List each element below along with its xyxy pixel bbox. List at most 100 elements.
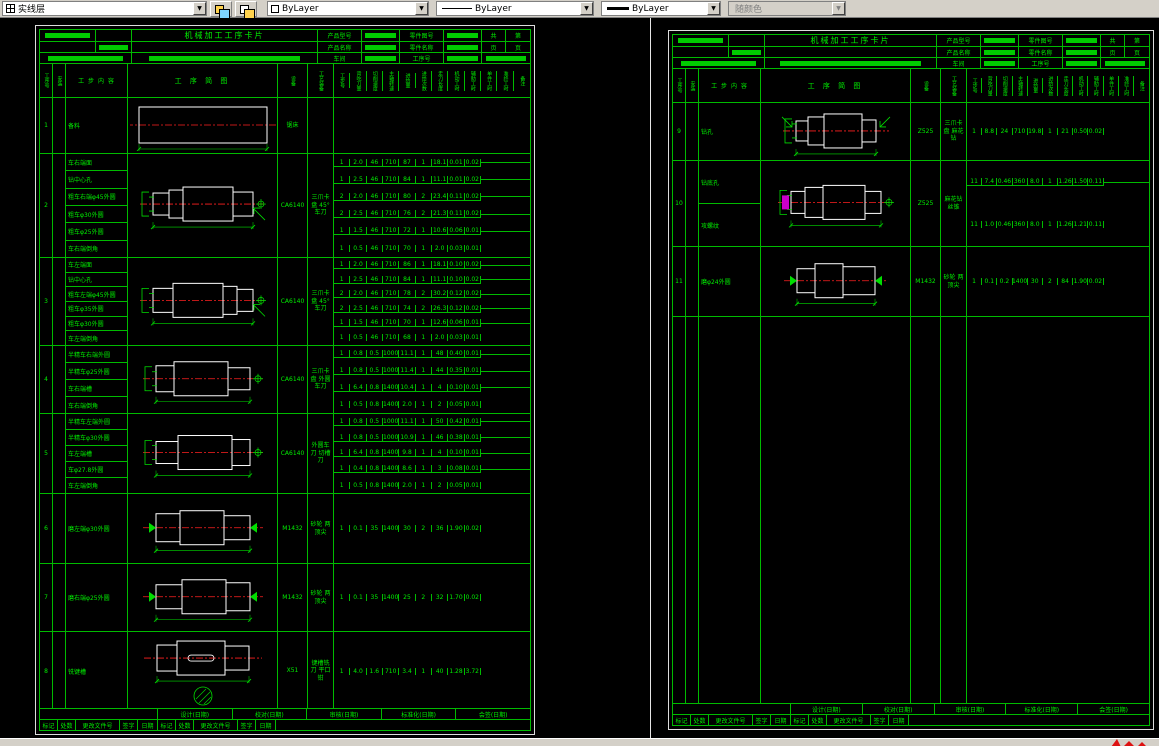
param-cell: 9.8: [399, 449, 416, 458]
cutting-params: [967, 317, 1149, 703]
param-cell: [513, 213, 530, 215]
shaft-drawing: [142, 360, 263, 404]
param-cell: 1000: [383, 367, 400, 376]
make-object-layer-current-button[interactable]: [235, 0, 257, 20]
param-cell: 0.12: [448, 304, 465, 313]
param-col-label: 背吃刀量: [982, 75, 998, 96]
setup-number: [53, 632, 66, 708]
setup-number: [686, 103, 699, 160]
param-cell: 84: [1058, 278, 1074, 285]
param-cell: 0.8: [367, 481, 383, 489]
header-row: 设计(日期) 校对(日期) 审核(日期) 标准化(日期) 会签(日期): [673, 703, 1149, 714]
dense-text-blob: [984, 49, 1015, 55]
param-cell: 0.5: [350, 481, 367, 489]
param-cell: 1: [415, 227, 432, 236]
param-cell: 710: [383, 304, 400, 313]
header-cell: [981, 35, 1019, 46]
param-cell: [481, 468, 498, 470]
header-cell: 标准化(日期): [382, 709, 457, 719]
chevron-down-icon[interactable]: ▼: [707, 2, 720, 15]
chevron-down-icon[interactable]: ▼: [193, 2, 206, 15]
shaft-drawing: [142, 578, 263, 622]
dense-text-blob: [1105, 60, 1145, 66]
param-cell: 710: [383, 290, 400, 299]
param-cell: 70: [399, 319, 416, 328]
lineweight-dropdown[interactable]: ByLayer ▼: [601, 1, 721, 16]
lineweight-sample-icon: [607, 7, 629, 10]
param-cell: [1118, 181, 1134, 183]
param-cell: 1400: [383, 594, 400, 601]
header-cell: [673, 58, 765, 68]
process-row: 9 钻孔 Z525 三爪卡盘 麻花钻 1 8.8 24 710 19.8 1 21 0.50 0.02: [673, 103, 1149, 161]
header-cell: 签字: [120, 720, 138, 730]
process-card-table: 机械加工工序卡片 产品型号 零件图号共第产品名称 零件名称页页车间 工序号 工序号 安装工 …: [672, 34, 1150, 726]
step-label: 粗车φ35外圆: [66, 302, 127, 317]
param-cell: 18.1: [432, 158, 449, 167]
param-cell: 0.02: [464, 175, 481, 184]
param-cell: 0.5: [350, 244, 367, 252]
param-cell: [481, 179, 498, 181]
chevron-down-icon[interactable]: ▼: [580, 2, 593, 15]
param-cell: 1.26: [1058, 221, 1074, 229]
param-cell: [497, 308, 514, 310]
param-col-label: 单件工时: [1104, 75, 1119, 96]
param-cell: 0.1: [350, 594, 367, 601]
process-row: [673, 317, 1149, 703]
param-cell: 1: [415, 465, 432, 474]
header-cell: [40, 709, 158, 719]
layer-dropdown[interactable]: 实线层 ▼: [2, 1, 207, 16]
param-cell: [497, 468, 514, 470]
header-cell: [1063, 58, 1101, 68]
param-cell: 46: [366, 319, 383, 328]
param-cell: 0.8: [366, 383, 383, 392]
shaft-drawing: [781, 112, 890, 156]
header-cell: 会签(日期): [478, 711, 508, 719]
param-cell: [497, 179, 514, 181]
layers-dialog-button[interactable]: [210, 0, 232, 20]
step-label: 磨φ24外圆: [701, 279, 731, 286]
cutting-params: 1 4.0 1.6 710 3.4 1 40 1.28 3.72: [334, 632, 530, 708]
linetype-dropdown[interactable]: ByLayer ▼: [436, 1, 594, 16]
header-cell: [132, 53, 318, 63]
columns-header-row: 工序号 安装工 步 内 容工 序 简 图设备 工艺装备 工步号 背吃刀量 切削速度 主轴转速…: [40, 64, 530, 98]
param-cell: 2: [432, 401, 449, 409]
param-cell: [497, 162, 514, 164]
param-cell: 2: [432, 481, 449, 489]
param-cell: 2.0: [350, 290, 367, 299]
process-rows: 1 备料 锯床 2 车右端面 钻中心孔 粗车右端φ45外圆 粗车φ30外圆 粗车φ25外圆 车右端…: [40, 98, 530, 708]
tooling-name: [308, 98, 334, 153]
chevron-down-icon: ▼: [832, 2, 845, 15]
layer-current-icon: [240, 4, 255, 20]
op-number: 10: [673, 161, 686, 246]
header-cell: 日期: [889, 715, 909, 725]
drawing-canvas[interactable]: 机械加工工序卡片 产品型号 零件图号共第产品名称 零件名称页页车间 工序号 工序号 安装工 …: [0, 18, 1159, 738]
param-cell: 1: [334, 481, 351, 489]
param-cell: 0.38: [448, 433, 465, 442]
param-cell: 84: [399, 275, 416, 284]
param-cell: 1.70: [449, 594, 465, 601]
red-logo-icon: [1111, 739, 1146, 746]
chevron-down-icon[interactable]: ▼: [415, 2, 428, 15]
param-cell: 25: [399, 594, 416, 601]
param-cell: [481, 213, 498, 215]
param-cell: 0.11: [1088, 221, 1104, 229]
color-dropdown[interactable]: ByLayer ▼: [267, 1, 429, 16]
machine-name: Z525: [911, 161, 941, 246]
param-cell: 1: [415, 261, 432, 270]
param-cell: 0.10: [448, 261, 465, 270]
param-cell: [513, 353, 530, 355]
step-label: 半精车左端外圆: [66, 414, 127, 430]
header-cell: 零件名称: [400, 42, 444, 52]
op-sketch-cell: [128, 346, 278, 413]
param-cell: 0.01: [465, 481, 481, 489]
step-list: 磨φ24外圆: [699, 247, 761, 316]
shaft-drawing: [783, 262, 888, 306]
machine-name: 锯床: [278, 98, 308, 153]
step-list: 车右端面 钻中心孔 粗车右端φ45外圆 粗车φ30外圆 粗车φ25外圆 车右端倒角: [66, 154, 128, 257]
header-cell: [729, 47, 765, 57]
step-list: 磨右端φ25外圆: [66, 564, 128, 631]
header-cell: 更改文件号: [709, 715, 753, 725]
header-cell: 更改文件号: [194, 720, 238, 730]
header-cell: 零件图号: [400, 30, 444, 41]
param-cell: 87: [399, 158, 416, 167]
